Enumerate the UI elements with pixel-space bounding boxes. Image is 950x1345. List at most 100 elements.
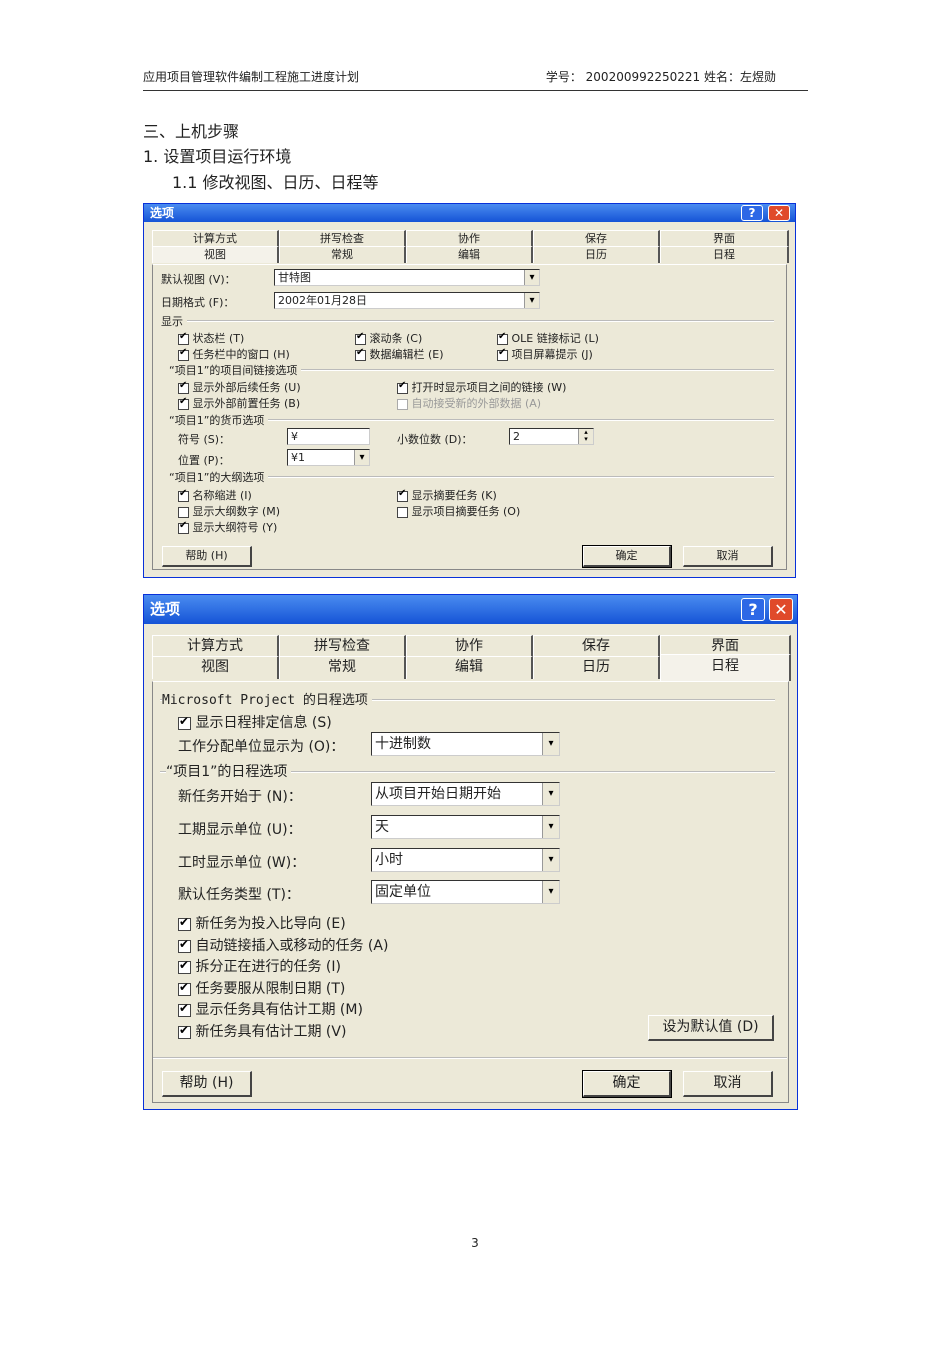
cancel-button[interactable]: 取消 bbox=[683, 1071, 773, 1097]
checkbox-icon[interactable] bbox=[497, 332, 508, 345]
date-format-select[interactable]: 2002年01月28日 ▾ bbox=[274, 292, 540, 309]
new-tasks-select[interactable]: 从项目开始日期开始 ▾ bbox=[371, 782, 560, 806]
chevron-down-icon[interactable]: ▾ bbox=[542, 849, 559, 871]
duration-select[interactable]: 天 ▾ bbox=[371, 815, 560, 839]
decimals-spinner[interactable]: 2 ▴ ▾ bbox=[509, 428, 594, 445]
task-type-select[interactable]: 固定单位 ▾ bbox=[371, 880, 560, 904]
tab-collaborate[interactable]: 协作 bbox=[406, 635, 533, 656]
decimals-label: 小数位数 (D)： bbox=[397, 433, 473, 446]
chevron-down-icon[interactable]: ▾ bbox=[524, 293, 539, 308]
tab-strip: 计算方式 拼写检查 协作 保存 界面 视图 常规 编辑 日历 日程 bbox=[152, 635, 791, 681]
checkbox-icon[interactable] bbox=[178, 397, 189, 410]
date-format-value: 2002年01月28日 bbox=[278, 294, 367, 307]
checkbox-icon[interactable] bbox=[178, 521, 189, 534]
checkbox-show-links-on-open[interactable]: 打开时显示项目之间的链接 (W) bbox=[397, 379, 566, 395]
task-type-label: 默认任务类型 (T)： bbox=[178, 887, 300, 903]
checkbox-icon[interactable] bbox=[497, 348, 508, 361]
spinner-arrows-icon[interactable]: ▴ ▾ bbox=[578, 429, 593, 444]
checkbox-label: 显示外部前置任务 (B) bbox=[192, 397, 301, 410]
set-default-button[interactable]: 设为默认值 (D) bbox=[648, 1015, 774, 1041]
tab-save[interactable]: 保存 bbox=[533, 635, 660, 656]
tab-view[interactable]: 视图 bbox=[152, 656, 279, 679]
symbol-input[interactable]: ¥ bbox=[287, 428, 370, 445]
tab-calendar[interactable]: 日历 bbox=[533, 656, 660, 679]
checkbox-project-summary[interactable]: 显示项目摘要任务 (O) bbox=[397, 503, 520, 519]
tab-interface[interactable]: 界面 bbox=[660, 635, 791, 656]
chevron-down-icon[interactable]: ▾ bbox=[354, 450, 369, 465]
checkbox-icon[interactable] bbox=[178, 1024, 191, 1039]
checkbox-ole-links[interactable]: OLE 链接标记 (L) bbox=[497, 330, 599, 346]
work-select[interactable]: 小时 ▾ bbox=[371, 848, 560, 872]
tab-save[interactable]: 保存 bbox=[533, 230, 660, 246]
checkbox-icon[interactable] bbox=[178, 1002, 191, 1017]
dialog-title: 选项 bbox=[150, 600, 181, 618]
chevron-down-icon[interactable]: ▾ bbox=[542, 816, 559, 838]
checkbox-external-successors[interactable]: 显示外部后续任务 (U) bbox=[178, 379, 301, 395]
tab-edit[interactable]: 编辑 bbox=[406, 246, 533, 263]
tab-spelling[interactable]: 拼写检查 bbox=[279, 230, 406, 246]
checkbox-show-estimated-durations[interactable]: 显示任务具有估计工期 (M) bbox=[178, 999, 363, 1019]
tab-schedule[interactable]: 日程 bbox=[660, 246, 789, 263]
ok-button[interactable]: 确定 bbox=[582, 1070, 672, 1098]
checkbox-icon[interactable] bbox=[397, 381, 408, 394]
tab-interface[interactable]: 界面 bbox=[660, 230, 789, 246]
checkbox-summary-tasks[interactable]: 显示摘要任务 (K) bbox=[397, 487, 497, 503]
question-icon[interactable]: ? bbox=[741, 598, 765, 621]
checkbox-entry-bar[interactable]: 数据编辑栏 (E) bbox=[355, 346, 444, 362]
chevron-down-icon[interactable]: ▾ bbox=[542, 783, 559, 805]
close-icon[interactable]: ✕ bbox=[768, 205, 790, 221]
checkbox-icon[interactable] bbox=[178, 489, 189, 502]
checkbox-honor-constraints[interactable]: 任务要服从限制日期 (T) bbox=[178, 978, 345, 998]
checkbox-status-bar[interactable]: 状态栏 (T) bbox=[178, 330, 244, 346]
close-icon[interactable]: ✕ bbox=[769, 598, 793, 621]
tab-calculation[interactable]: 计算方式 bbox=[152, 635, 279, 656]
checkbox-icon[interactable] bbox=[355, 348, 366, 361]
help-button[interactable]: 帮助 (H) bbox=[162, 546, 252, 567]
tab-general[interactable]: 常规 bbox=[279, 246, 406, 263]
checkbox-effort-driven[interactable]: 新任务为投入比导向 (E) bbox=[178, 913, 346, 933]
checkbox-icon[interactable] bbox=[178, 348, 189, 361]
checkbox-indent-name[interactable]: 名称缩进 (I) bbox=[178, 487, 252, 503]
checkbox-outline-number[interactable]: 显示大纲数字 (M) bbox=[178, 503, 280, 519]
checkbox-taskbar-windows[interactable]: 任务栏中的窗口 (H) bbox=[178, 346, 290, 362]
cancel-button[interactable]: 取消 bbox=[683, 546, 773, 567]
checkbox-external-predecessors[interactable]: 显示外部前置任务 (B) bbox=[178, 395, 300, 411]
checkbox-split-in-progress[interactable]: 拆分正在进行的任务 (I) bbox=[178, 956, 341, 976]
tab-edit[interactable]: 编辑 bbox=[406, 656, 533, 679]
checkbox-outline-symbol[interactable]: 显示大纲符号 (Y) bbox=[178, 519, 277, 535]
checkbox-icon[interactable] bbox=[178, 506, 189, 518]
tab-spelling[interactable]: 拼写检查 bbox=[279, 635, 406, 656]
tab-general[interactable]: 常规 bbox=[279, 656, 406, 679]
chevron-down-icon[interactable]: ▾ bbox=[542, 881, 559, 903]
checkbox-icon[interactable] bbox=[178, 916, 191, 931]
checkbox-icon[interactable] bbox=[397, 506, 408, 518]
checkbox-icon[interactable] bbox=[178, 381, 189, 394]
checkbox-autolink-tasks[interactable]: 自动链接插入或移动的任务 (A) bbox=[178, 935, 388, 955]
checkbox-screentips[interactable]: 项目屏幕提示 (J) bbox=[497, 346, 593, 362]
checkbox-new-estimated-durations[interactable]: 新任务具有估计工期 (V) bbox=[178, 1021, 346, 1041]
tab-collaborate[interactable]: 协作 bbox=[406, 230, 533, 246]
tab-schedule[interactable]: 日程 bbox=[660, 654, 791, 681]
help-button[interactable]: 帮助 (H) bbox=[162, 1071, 252, 1097]
tab-calendar[interactable]: 日历 bbox=[533, 246, 660, 263]
checkbox-icon[interactable] bbox=[178, 332, 189, 345]
checkbox-icon[interactable] bbox=[178, 959, 191, 974]
checkbox-icon[interactable] bbox=[355, 332, 366, 345]
chevron-down-icon[interactable]: ▾ bbox=[542, 733, 559, 755]
ok-button[interactable]: 确定 bbox=[582, 545, 672, 568]
position-select[interactable]: ¥1 ▾ bbox=[287, 449, 370, 466]
assign-units-select[interactable]: 十进制数 ▾ bbox=[371, 732, 560, 756]
options-dialog-schedule: 选项 ? ✕ 计算方式 拼写检查 协作 保存 界面 视图 常规 编辑 日历 日程… bbox=[143, 594, 798, 1110]
checkbox-icon[interactable] bbox=[178, 715, 191, 730]
tab-calculation[interactable]: 计算方式 bbox=[152, 230, 279, 246]
question-icon[interactable]: ? bbox=[741, 205, 763, 221]
checkbox-icon[interactable] bbox=[178, 981, 191, 996]
tab-view[interactable]: 视图 bbox=[152, 246, 279, 263]
checkbox-show-scheduling-messages[interactable]: 显示日程排定信息 (S) bbox=[178, 712, 332, 732]
checkbox-scrollbar[interactable]: 滚动条 (C) bbox=[355, 330, 422, 346]
checkbox-icon[interactable] bbox=[397, 489, 408, 502]
chevron-down-icon[interactable]: ▾ bbox=[524, 270, 539, 285]
checkbox-icon[interactable] bbox=[178, 938, 191, 953]
default-view-select[interactable]: 甘特图 ▾ bbox=[274, 269, 540, 286]
assign-units-label: 工作分配单位显示为 (O)： bbox=[178, 739, 345, 755]
